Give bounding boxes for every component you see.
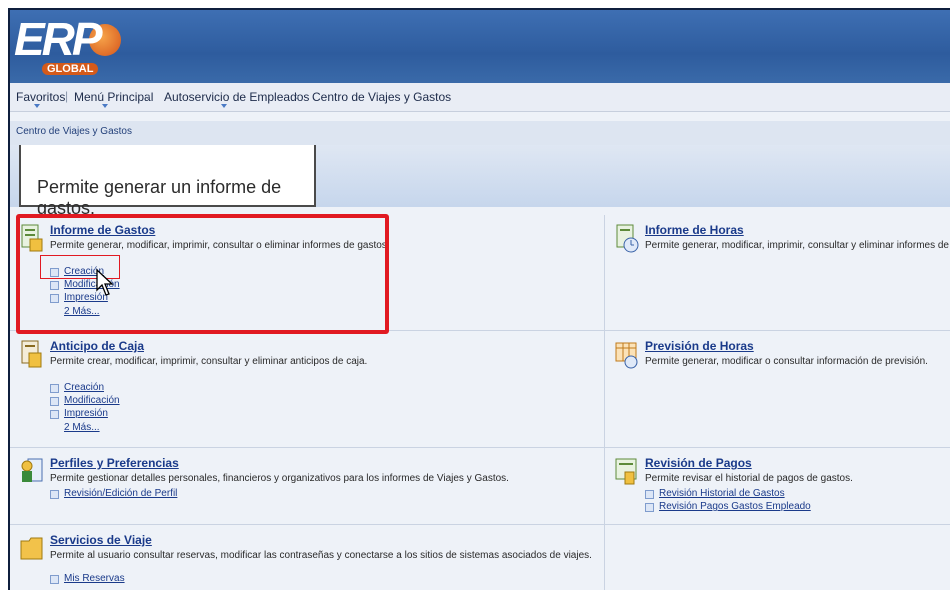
tile-perfiles: Perfiles y Preferencias Permite gestiona…: [10, 448, 604, 525]
tile-title[interactable]: Anticipo de Caja: [50, 339, 144, 353]
breadcrumb-label[interactable]: Centro de Viajes y Gastos: [16, 126, 132, 137]
profile-icon: [21, 458, 43, 482]
logo-text: ERP: [14, 13, 103, 65]
nav-centro-viajes[interactable]: Centro de Viajes y Gastos: [312, 90, 451, 104]
folder-icon: [20, 537, 43, 560]
tile-description: Permite crear, modificar, imprimir, cons…: [50, 356, 368, 367]
tooltip: Permite generar un informe de gastos.: [19, 145, 316, 218]
tile-informe-horas: Informe de Horas Permite generar, modifi…: [605, 215, 950, 331]
nav-autoservicio[interactable]: Autoservicio de Empleados: [164, 90, 309, 104]
tile-title[interactable]: Revisión de Pagos: [645, 456, 752, 470]
chevron-down-icon[interactable]: [102, 104, 108, 108]
link-revision-perfil[interactable]: Revisión/Edición de Perfil: [50, 488, 177, 499]
nav-separator: ›: [295, 89, 299, 103]
calendar-clock-icon: [615, 342, 638, 369]
link-mis-reservas[interactable]: Mis Reservas: [50, 573, 125, 584]
tile-title[interactable]: Previsión de Horas: [645, 339, 754, 353]
tile-revision-pagos: Revisión de Pagos Permite revisar el his…: [605, 448, 950, 525]
tile-servicios-viaje: Servicios de Viaje Permite al usuario co…: [10, 525, 604, 590]
app-window: ERP GLOBAL Favoritos | Menú Principal › …: [8, 8, 950, 590]
breadcrumb: Centro de Viajes y Gastos: [10, 121, 950, 145]
more-link[interactable]: 2 Más...: [64, 422, 100, 433]
cash-advance-icon: [21, 340, 42, 368]
link-pagos-empleado[interactable]: Revisión Pagos Gastos Empleado: [645, 501, 811, 512]
nav-menu-principal[interactable]: Menú Principal: [74, 90, 153, 104]
tile-title[interactable]: Informe de Horas: [645, 223, 744, 237]
tile-prevision-horas: Previsión de Horas Permite generar, modi…: [605, 331, 950, 448]
payment-review-icon: [615, 458, 637, 485]
tile-title[interactable]: Servicios de Viaje: [50, 533, 152, 547]
nav-separator: |: [65, 89, 69, 103]
tile-description: Permite revisar el historial de pagos de…: [645, 473, 853, 484]
chevron-down-icon[interactable]: [34, 104, 40, 108]
tile-description: Permite generar, modificar o consultar i…: [645, 356, 928, 367]
header-banner: ERP GLOBAL: [10, 10, 950, 83]
link-modificacion[interactable]: Modificación: [50, 395, 120, 406]
tile-description: Permite generar, modificar, imprimir, co…: [645, 240, 950, 251]
empty-tile: [605, 525, 950, 590]
timesheet-icon: [616, 224, 639, 253]
chevron-down-icon[interactable]: [221, 104, 227, 108]
tile-anticipo-caja: Anticipo de Caja Permite crear, modifica…: [10, 331, 604, 448]
tile-description: Permite gestionar detalles personales, f…: [50, 473, 509, 484]
link-creacion[interactable]: Creación: [50, 382, 104, 393]
tooltip-text: Permite generar un informe de gastos.: [37, 177, 282, 218]
column-divider: [604, 215, 605, 590]
link-historial-gastos[interactable]: Revisión Historial de Gastos: [645, 488, 785, 499]
nav-favoritos[interactable]: Favoritos: [16, 90, 65, 104]
tile-description: Permite al usuario consultar reservas, m…: [50, 550, 592, 561]
nav-separator: ›: [146, 89, 150, 103]
main-nav: Favoritos | Menú Principal › Autoservici…: [10, 83, 950, 112]
mouse-cursor-icon: [96, 268, 114, 296]
tile-title[interactable]: Perfiles y Preferencias: [50, 456, 179, 470]
erp-logo: ERP GLOBAL: [14, 13, 121, 78]
link-impresion[interactable]: Impresión: [50, 408, 108, 419]
logo-subtext: GLOBAL: [42, 63, 99, 75]
